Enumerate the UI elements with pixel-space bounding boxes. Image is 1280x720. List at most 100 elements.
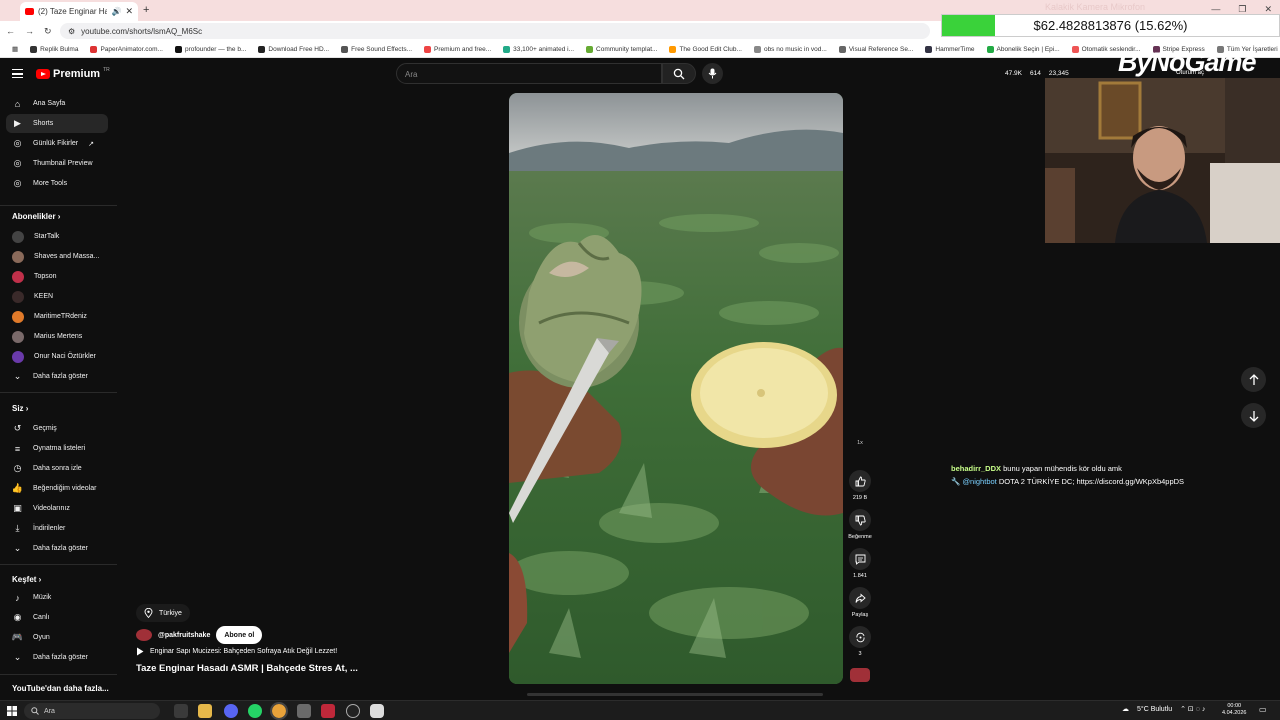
discord-icon[interactable] xyxy=(224,704,238,718)
sidebar-item[interactable]: ◎ Thumbnail Preview xyxy=(6,154,108,173)
description-row[interactable]: Enginar Sapı Mucizesi: Bahçeden Sofraya … xyxy=(136,647,337,656)
site-info-icon[interactable]: ⚙ xyxy=(68,27,75,36)
remix-button[interactable] xyxy=(849,626,871,648)
sidebar-item[interactable]: ↺ Geçmiş xyxy=(6,419,108,438)
subscribe-button[interactable]: Abone ol xyxy=(216,626,263,644)
location-chip[interactable]: Türkiye xyxy=(136,604,190,622)
channel-name[interactable]: @pakfruitshake xyxy=(158,632,210,639)
app-icon[interactable] xyxy=(321,704,335,718)
whatsapp-icon[interactable] xyxy=(248,704,262,718)
bookmark-icon xyxy=(30,45,38,53)
chevron-right-icon: › xyxy=(36,575,42,584)
chrome-icon[interactable] xyxy=(270,702,288,720)
sidebar-item[interactable]: MaritimeTRdeniz xyxy=(6,307,108,326)
bookmark-icon xyxy=(669,45,677,53)
sidebar-item[interactable]: 🎮 Oyun xyxy=(6,628,108,647)
weather-text[interactable]: 5°C Bulutlu xyxy=(1137,706,1172,713)
browser-tab-active[interactable]: (2) Taze Enginar Hasadı ASMR 🔊 ✕ xyxy=(20,2,138,21)
explore-heading[interactable]: Keşfet › xyxy=(12,575,41,584)
subscriptions-heading[interactable]: Abonelikler › xyxy=(12,212,60,221)
obs-icon[interactable] xyxy=(346,704,360,718)
bookmark-label: Download Free HD... xyxy=(268,45,330,53)
bookmark-item[interactable]: Visual Reference Se... xyxy=(833,45,920,53)
bookmark-item[interactable]: The Good Edit Club... xyxy=(663,45,748,53)
windows-start-icon[interactable] xyxy=(7,706,17,716)
back-icon[interactable]: ← xyxy=(6,26,15,36)
bookmark-item[interactable]: HammerTime xyxy=(919,45,980,53)
like-button[interactable] xyxy=(849,470,871,492)
sidebar-item[interactable]: ◉ Canlı xyxy=(6,608,108,627)
logo-region: TR xyxy=(103,67,110,73)
close-tab-icon[interactable]: ✕ xyxy=(125,6,133,17)
url-field[interactable]: ⚙ youtube.com/shorts/lsmAQ_M6Sc xyxy=(60,23,930,39)
you-heading[interactable]: Siz › xyxy=(12,404,28,413)
apps-icon[interactable]: ▦ xyxy=(6,45,24,53)
voice-search-button[interactable] xyxy=(702,63,723,84)
speed-indicator[interactable]: 1x xyxy=(847,440,873,446)
youtube-premium-logo[interactable]: Premium TR xyxy=(36,67,110,80)
previous-short-button[interactable] xyxy=(1241,367,1266,392)
search-button[interactable] xyxy=(662,63,696,84)
player-progress-bar[interactable] xyxy=(527,693,823,696)
sidebar-item[interactable]: Shaves and Massa... xyxy=(6,247,108,266)
sidebar-item[interactable]: ⌄ Daha fazla göster xyxy=(6,648,108,667)
sidebar-item[interactable]: Topson xyxy=(6,267,108,286)
short-title[interactable]: Taze Enginar Hasadı ASMR | Bahçede Stres… xyxy=(136,663,358,674)
sidebar-item[interactable]: ◷ Daha sonra izle xyxy=(6,459,108,478)
sidebar-item[interactable]: 👍 Beğendiğim videolar xyxy=(6,479,108,498)
sidebar-item[interactable]: ⌄ Daha fazla göster xyxy=(6,539,108,558)
new-tab-button[interactable]: + xyxy=(143,4,149,16)
app-icon[interactable] xyxy=(370,704,384,718)
menu-icon[interactable] xyxy=(12,69,23,78)
bookmark-item[interactable]: Community templat... xyxy=(580,45,663,53)
dislike-button[interactable] xyxy=(849,509,871,531)
bookmark-item[interactable]: 33,100+ animated i... xyxy=(497,45,580,53)
taskbar-clock[interactable]: 00:00 4.04.2026 xyxy=(1222,703,1246,717)
sidebar-item-label: Beğendiğim videolar xyxy=(33,485,97,492)
tray-icons[interactable]: ⌃ ⊡ ◌ ♪ xyxy=(1180,705,1205,713)
windows-taskbar: Ara ☁ 5°C Bulutlu ⌃ ⊡ ◌ ♪ 00:00 4.04.202… xyxy=(0,700,1280,720)
channel-avatar[interactable] xyxy=(136,629,152,641)
bookmark-item[interactable]: Abonelik Seçin | Epi... xyxy=(981,45,1066,53)
sidebar-item[interactable]: ≡ Oynatma listeleri xyxy=(6,439,108,458)
sidebar-item[interactable]: ▣ Videolarınız xyxy=(6,499,108,518)
bookmark-item[interactable]: obs no music in vod... xyxy=(748,45,833,53)
channel-avatar xyxy=(12,350,24,363)
sidebar-item[interactable]: Onur Naci Öztürkler xyxy=(6,347,108,366)
share-button[interactable] xyxy=(849,587,871,609)
bookmark-item[interactable]: PaperAnimator.com... xyxy=(84,45,169,53)
bookmark-item[interactable]: Premium and free... xyxy=(418,45,497,53)
next-short-button[interactable] xyxy=(1241,403,1266,428)
sidebar-item-label: Oyun xyxy=(33,634,50,641)
bookmark-item[interactable]: profounder — the b... xyxy=(169,45,252,53)
file-explorer-icon[interactable] xyxy=(198,704,212,718)
search-input[interactable] xyxy=(397,65,661,84)
app-icon[interactable] xyxy=(297,704,311,718)
task-view-icon[interactable] xyxy=(174,704,188,718)
forward-icon[interactable]: → xyxy=(25,26,34,36)
bookmark-item[interactable]: Replik Bulma xyxy=(24,45,84,53)
sidebar-item[interactable]: ◎ More Tools xyxy=(6,174,108,193)
sound-thumbnail[interactable] xyxy=(847,668,873,682)
short-video-player[interactable] xyxy=(509,93,843,684)
sidebar-item[interactable]: ⤓ İndirilenler xyxy=(6,519,108,538)
bookmark-item[interactable]: Download Free HD... xyxy=(252,45,335,53)
sidebar-item[interactable]: ⌂ Ana Sayfa xyxy=(6,94,108,113)
bookmark-item[interactable]: Free Sound Effects... xyxy=(335,45,418,53)
sidebar-item[interactable]: Marius Mertens xyxy=(6,327,108,346)
comments-button[interactable] xyxy=(849,548,871,570)
gaming-icon: 🎮 xyxy=(11,632,24,642)
sidebar-item[interactable]: ◎ Günlük Fikirler ↗ xyxy=(6,134,108,153)
notifications-icon[interactable]: ▭ xyxy=(1259,705,1267,714)
sidebar-item[interactable]: StarTalk xyxy=(6,227,108,246)
extension-icon: ◎ xyxy=(13,178,22,188)
speaker-icon[interactable]: 🔊 xyxy=(111,7,121,16)
sidebar-item[interactable]: KEEN xyxy=(6,287,108,306)
taskbar-search[interactable]: Ara xyxy=(24,703,160,719)
sidebar-item[interactable]: ♪ Müzik xyxy=(6,588,108,607)
system-tray: ☁ 5°C Bulutlu ⌃ ⊡ ◌ ♪ xyxy=(1122,705,1205,714)
sidebar-item[interactable]: ⌄ Daha fazla göster xyxy=(6,367,108,386)
comment-action: 1.841 xyxy=(847,548,873,579)
reload-icon[interactable]: ↻ xyxy=(44,26,52,37)
sidebar-item[interactable]: ▶ Shorts xyxy=(6,114,108,133)
